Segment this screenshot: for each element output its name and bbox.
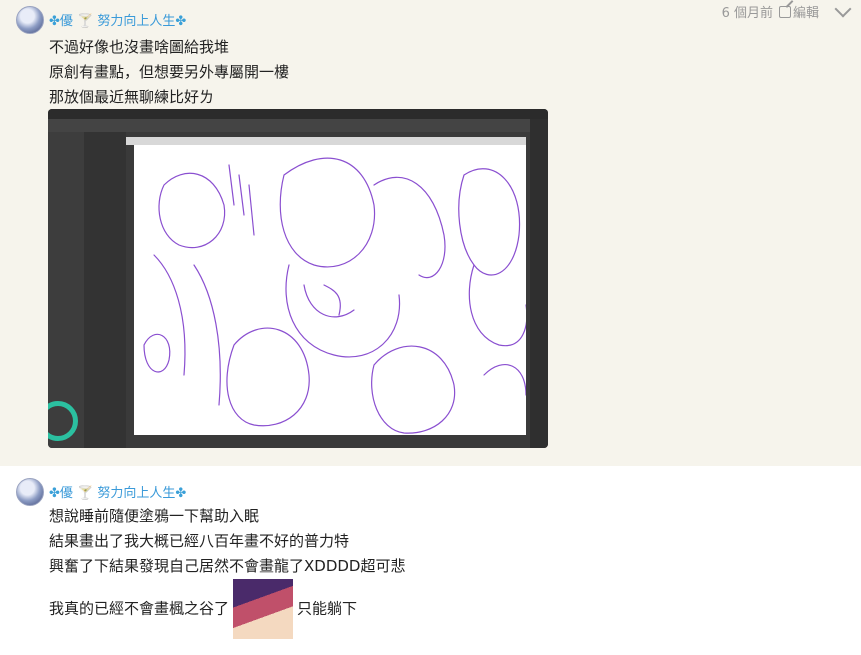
cocktail-icon: 🍸 — [77, 486, 94, 501]
post-body: 不過好像也沒畫啥圖給我堆 原創有畫點，但想要另外專屬開一樓 那放個最近無聊練比好… — [49, 35, 289, 110]
post-line: 結果畫出了我大概已經八百年畫不好的普力特 — [49, 532, 350, 550]
chevron-down-icon[interactable] — [834, 0, 852, 18]
app-tool-panel — [84, 132, 126, 448]
app-menubar — [48, 109, 548, 119]
post-line-part: 只能躺下 — [297, 599, 358, 618]
author-link[interactable]: ✤優 🍸 努力向上人生✤ — [49, 10, 186, 29]
post-line-with-emote: 我真的已經不會畫楓之谷了 只能躺下 — [49, 579, 405, 639]
author-tagline: 努力向上人生 — [97, 486, 176, 501]
app-ruler — [126, 137, 526, 145]
avatar[interactable] — [16, 478, 44, 506]
clover-icon: ✤ — [175, 14, 187, 29]
post-meta: 6 個月前 編輯 — [722, 0, 852, 21]
sketch-canvas — [134, 145, 528, 435]
cocktail-icon: 🍸 — [77, 14, 94, 29]
post-body: 想說睡前隨便塗鴉一下幫助入眠 結果畫出了我大概已經八百年畫不好的普力特 興奮了下… — [49, 504, 405, 639]
post-line: 想說睡前隨便塗鴉一下幫助入眠 — [49, 507, 260, 525]
post-1: ✤優 🍸 努力向上人生✤ 6 個月前 編輯 不過好像也沒畫啥圖給我堆 原創有畫點… — [0, 0, 861, 466]
post-line: 不過好像也沒畫啥圖給我堆 — [49, 38, 230, 56]
author-link[interactable]: ✤優 🍸 努力向上人生✤ — [49, 482, 186, 501]
clover-icon: ✤ — [49, 486, 60, 501]
post-line: 那放個最近無聊練比好ㄌ — [49, 88, 215, 106]
author-name: 優 — [59, 14, 73, 29]
edit-label: 編輯 — [792, 6, 819, 21]
edit-button[interactable]: 編輯 — [778, 2, 819, 21]
post-2: ✤優 🍸 努力向上人生✤ 想說睡前隨便塗鴉一下幫助入眠 結果畫出了我大概已經八百… — [0, 466, 861, 655]
clover-icon: ✤ — [175, 486, 187, 501]
post-time[interactable]: 6 個月前 — [722, 2, 773, 21]
post-line: 原創有畫點，但想要另外專屬開一樓 — [49, 63, 290, 81]
post-line-part: 我真的已經不會畫楓之谷了 — [49, 599, 230, 618]
sticker-emote-icon — [233, 579, 294, 639]
app-toolbar — [48, 119, 548, 132]
app-right-panel — [530, 119, 548, 448]
sketch-drawing — [143, 157, 528, 434]
author-tagline: 努力向上人生 — [97, 14, 176, 29]
post-line: 興奮了下結果發現自己居然不會畫龍了XDDDD超可悲 — [49, 557, 406, 575]
edit-icon — [778, 5, 791, 18]
app-statusbar — [126, 435, 526, 448]
clover-icon: ✤ — [49, 14, 60, 29]
drawing-screenshot-image[interactable] — [48, 109, 548, 448]
avatar[interactable] — [16, 6, 44, 34]
author-name: 優 — [59, 486, 73, 501]
